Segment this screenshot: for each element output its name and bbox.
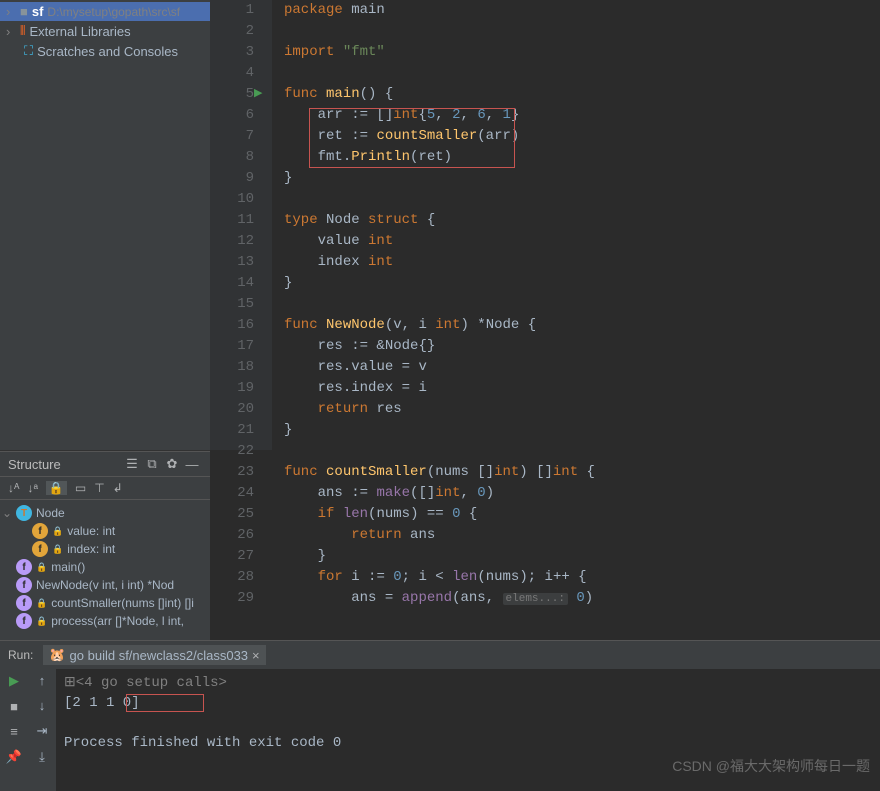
code-area[interactable]: package main import "fmt" func main() { ar… <box>272 0 880 450</box>
code-line[interactable]: return res <box>284 399 880 420</box>
exit-line: Process finished with exit code 0 <box>64 733 872 753</box>
scratch-icon: ⛶ <box>24 43 33 59</box>
code-line[interactable]: func main() { <box>284 84 880 105</box>
code-line[interactable]: ans = append(ans, elems...: 0) <box>284 588 880 609</box>
code-line[interactable] <box>284 189 880 210</box>
expand-icon[interactable]: ⊞ <box>64 675 76 691</box>
label: Scratches and Consoles <box>37 44 178 59</box>
wrap-icon[interactable]: ⇥ <box>37 723 48 739</box>
gear-icon[interactable]: ✿ <box>162 456 182 472</box>
code-editor[interactable]: ▶ 12345678910111213141516171819202122232… <box>210 0 880 450</box>
code-line[interactable]: res := &Node{} <box>284 336 880 357</box>
code-line[interactable]: return ans <box>284 525 880 546</box>
structure-item[interactable]: f🔒value: int <box>0 522 210 540</box>
code-line[interactable]: for i := 0; i < len(nums); i++ { <box>284 567 880 588</box>
structure-toolbar: ↓ᴬ ↓ᵃ 🔒 ▭ ⊤ ↲ <box>0 477 210 500</box>
code-line[interactable]: fmt.Println(ret) <box>284 147 880 168</box>
run-tab-name: go build sf/newclass2/class033 <box>70 648 249 663</box>
run-left-toolbar2: ↑ ↓ ⇥ ⤓ <box>28 669 56 791</box>
code-line[interactable]: type Node struct { <box>284 210 880 231</box>
go-icon: 🐹 <box>49 647 65 663</box>
chevron-right-icon: › <box>6 24 16 39</box>
chevron-right-icon: › <box>6 4 16 19</box>
structure-item[interactable]: fNewNode(v int, i int) *Nod <box>0 576 210 594</box>
project-root[interactable]: › ■ sf D:\mysetup\gopath\src\sf <box>0 2 210 21</box>
code-line[interactable]: import "fmt" <box>284 42 880 63</box>
run-label: Run: <box>8 648 33 662</box>
code-line[interactable] <box>284 294 880 315</box>
structure-item[interactable]: ⌄TNode <box>0 504 210 522</box>
scratches[interactable]: ⛶ Scratches and Consoles <box>0 41 210 61</box>
structure-list[interactable]: ⌄TNodef🔒value: intf🔒index: intf🔒main()fN… <box>0 500 210 634</box>
setup-calls: <4 go setup calls> <box>76 675 227 691</box>
code-line[interactable]: ret := countSmaller(arr) <box>284 126 880 147</box>
library-icon: ⫴ <box>20 23 25 39</box>
gutter[interactable]: ▶ 12345678910111213141516171819202122232… <box>210 0 272 450</box>
code-line[interactable]: index int <box>284 252 880 273</box>
run-tabs: Run: 🐹 go build sf/newclass2/class033 × <box>0 641 880 669</box>
close-icon[interactable]: × <box>252 648 260 663</box>
label: External Libraries <box>29 24 130 39</box>
tree-filter-icon[interactable]: ⊤ <box>94 481 104 495</box>
structure-header: Structure ☰ ⧉ ✿ — <box>0 451 210 477</box>
project-tree[interactable]: › ■ sf D:\mysetup\gopath\src\sf › ⫴ Exte… <box>0 0 210 63</box>
pin-icon[interactable]: 📌 <box>6 749 22 765</box>
structure-panel: Structure ☰ ⧉ ✿ — ↓ᴬ ↓ᵃ 🔒 ▭ ⊤ ↲ ⌄TNodef🔒… <box>0 450 210 640</box>
code-line[interactable]: arr := []int{5, 2, 6, 1} <box>284 105 880 126</box>
folder-filter-icon[interactable]: ▭ <box>75 481 86 495</box>
sort-type-icon[interactable]: ↓ᵃ <box>27 481 37 495</box>
output-line: [2 1 1 0] <box>64 693 872 713</box>
scroll-icon[interactable]: ⤓ <box>39 749 45 765</box>
structure-title: Structure <box>8 457 122 472</box>
run-gutter-icon[interactable]: ▶ <box>254 84 262 105</box>
code-line[interactable] <box>284 21 880 42</box>
structure-item[interactable]: f🔒countSmaller(nums []int) []i <box>0 594 210 612</box>
code-line[interactable]: package main <box>284 0 880 21</box>
sort-alpha-icon[interactable]: ↓ᴬ <box>8 481 19 495</box>
rerun-icon[interactable]: ▶ <box>9 673 19 689</box>
code-line[interactable]: } <box>284 273 880 294</box>
code-line[interactable]: ans := make([]int, 0) <box>284 483 880 504</box>
down-icon[interactable]: ↓ <box>39 698 46 713</box>
up-icon[interactable]: ↑ <box>39 673 46 688</box>
code-line[interactable]: res.value = v <box>284 357 880 378</box>
run-tab[interactable]: 🐹 go build sf/newclass2/class033 × <box>43 645 265 665</box>
run-left-toolbar: ▶ ■ ≡ 📌 <box>0 669 28 791</box>
project-sidebar: › ■ sf D:\mysetup\gopath\src\sf › ⫴ Exte… <box>0 0 210 450</box>
autoscroll-icon[interactable]: ↲ <box>113 481 123 495</box>
structure-item[interactable]: f🔒index: int <box>0 540 210 558</box>
code-line[interactable]: func countSmaller(nums []int) []int { <box>284 462 880 483</box>
code-line[interactable] <box>284 441 880 462</box>
layout-icon[interactable]: ≡ <box>10 724 18 739</box>
code-line[interactable]: } <box>284 546 880 567</box>
project-path: D:\mysetup\gopath\src\sf <box>47 5 180 19</box>
code-line[interactable]: func NewNode(v, i int) *Node { <box>284 315 880 336</box>
code-line[interactable]: } <box>284 168 880 189</box>
expand-icon[interactable]: ⧉ <box>142 456 162 472</box>
project-name: sf <box>32 4 44 19</box>
code-line[interactable]: value int <box>284 231 880 252</box>
code-line[interactable]: if len(nums) == 0 { <box>284 504 880 525</box>
lock-filter-icon[interactable]: 🔒 <box>46 481 67 495</box>
code-line[interactable] <box>284 63 880 84</box>
sort-icon[interactable]: ☰ <box>122 456 142 472</box>
code-line[interactable]: } <box>284 420 880 441</box>
folder-icon: ■ <box>20 4 28 19</box>
structure-item[interactable]: f🔒main() <box>0 558 210 576</box>
external-libraries[interactable]: › ⫴ External Libraries <box>0 21 210 41</box>
stop-icon[interactable]: ■ <box>10 699 18 714</box>
watermark: CSDN @福大大架构师每日一题 <box>672 756 870 776</box>
structure-item[interactable]: f🔒process(arr []*Node, l int, <box>0 612 210 630</box>
code-line[interactable]: res.index = i <box>284 378 880 399</box>
hide-icon[interactable]: — <box>182 457 202 472</box>
